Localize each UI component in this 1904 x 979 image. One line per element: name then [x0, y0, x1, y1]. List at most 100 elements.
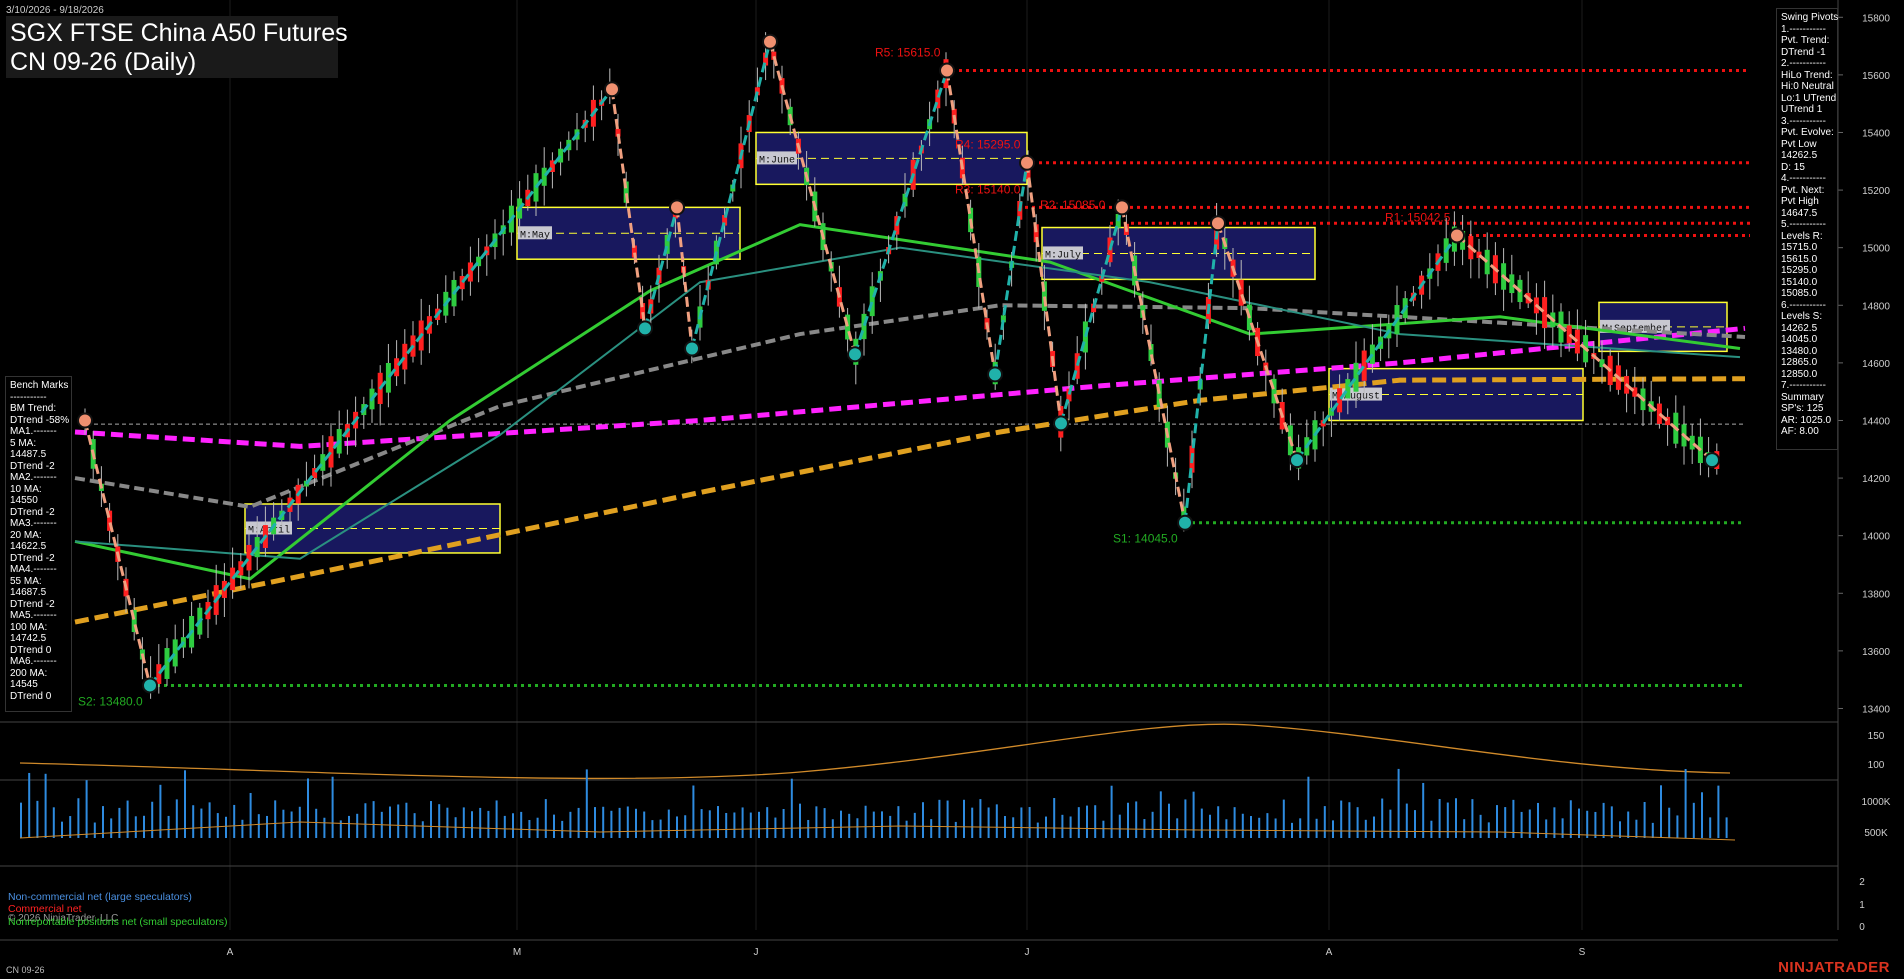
- volume-bar: [1250, 816, 1252, 838]
- swing-pivots-line: 3.-----------: [1781, 115, 1826, 127]
- volume-bar: [1373, 816, 1375, 838]
- volume-bar: [1438, 799, 1441, 838]
- candle-body: [869, 286, 875, 317]
- swing-pivots-line: 15085.0: [1781, 288, 1818, 299]
- swing-line: [945, 70, 997, 375]
- volume-bar: [274, 800, 277, 838]
- benchmarks-line: DTrend 0: [10, 644, 52, 656]
- swing-pivots-line: 15140.0: [1781, 276, 1818, 288]
- swing-pivots-line: Summary: [1781, 391, 1824, 403]
- volume-bar: [1168, 803, 1170, 838]
- volume-bar: [1102, 820, 1105, 838]
- pivot-high-marker: [762, 33, 778, 50]
- pivot-low-marker: [1177, 514, 1193, 531]
- volume-bar: [594, 807, 596, 838]
- volume-bar: [241, 819, 244, 838]
- price-tick-label: 15200: [1862, 186, 1890, 197]
- volume-bar: [93, 822, 96, 838]
- volume-bar: [1545, 819, 1548, 838]
- benchmarks-line: 14622.5: [10, 541, 47, 552]
- volume-bar: [430, 801, 432, 838]
- volume-bar: [1537, 802, 1539, 838]
- candle-body: [1337, 388, 1343, 413]
- volume-bar: [20, 802, 22, 838]
- volume-bar: [1045, 816, 1047, 838]
- swing-pivots-line: 12850.0: [1781, 368, 1818, 380]
- swing-pivots-line: D: 15: [1781, 161, 1805, 173]
- volume-bar: [741, 807, 744, 838]
- indicator-tick-label: 100: [1868, 760, 1885, 771]
- swing-pivots-line: 15615.0: [1781, 253, 1818, 265]
- pivot-low-marker: [987, 366, 1003, 383]
- swing-line: [768, 41, 857, 355]
- legend-nonreportable: Nonreportable positions net (small specu…: [8, 916, 228, 928]
- swing-pivots-line: 14262.5: [1781, 150, 1818, 161]
- volume-bar: [987, 807, 990, 838]
- volume-bar: [1176, 818, 1179, 838]
- volume-bar: [208, 802, 211, 838]
- volume-bar: [708, 810, 711, 838]
- volume-bar: [1077, 807, 1080, 838]
- price-tick-label: 14600: [1862, 359, 1890, 370]
- volume-bar: [1496, 805, 1498, 838]
- volume-bar: [1479, 814, 1482, 838]
- volume-bar: [438, 804, 441, 838]
- benchmarks-line: MA2.-------: [10, 472, 57, 483]
- volume-bar: [1594, 811, 1597, 838]
- benchmarks-line: MA3.-------: [10, 518, 57, 529]
- volume-bar: [36, 800, 39, 838]
- swing-pivots-line: Pvt. Evolve:: [1781, 127, 1834, 138]
- benchmarks-line: 14545: [10, 679, 38, 690]
- volume-bar: [1282, 799, 1285, 838]
- price-tick-label: 14800: [1862, 301, 1890, 312]
- chart-subtitle: CN 09-26 (Daily): [10, 48, 197, 76]
- benchmarks-line: 200 MA:: [10, 667, 48, 679]
- volume-bar: [1209, 814, 1211, 838]
- volume-bar: [1709, 817, 1712, 838]
- volume-bar: [758, 811, 760, 838]
- benchmarks-line: MA5.-------: [10, 610, 57, 621]
- lower-panels: 100 150 500K 1000K 0 1 2: [19, 723, 1891, 933]
- volume-bar: [979, 799, 982, 838]
- volume-bar: [881, 811, 883, 838]
- candle-body: [172, 639, 178, 667]
- volume-bar: [1446, 802, 1449, 838]
- candle-body: [1345, 379, 1351, 399]
- swing-pivots-panel: Swing Pivots 1.----------- Pvt. Trend: DTre…: [1776, 8, 1838, 450]
- volume-bar: [1602, 802, 1605, 838]
- benchmarks-line: DTrend -58%: [10, 414, 70, 426]
- benchmarks-line: 14550: [10, 495, 38, 506]
- price-tick-label: 14400: [1862, 416, 1890, 427]
- volume-bar: [479, 807, 482, 838]
- volume-bar: [487, 810, 490, 838]
- benchmarks-line: MA4.-------: [10, 564, 57, 575]
- date-range: 3/10/2026 - 9/18/2026: [6, 5, 104, 16]
- swing-pivots-line: 12865.0: [1781, 357, 1818, 368]
- volume-bar: [282, 809, 285, 838]
- volume-bar: [1643, 802, 1646, 838]
- volume-bar: [266, 815, 268, 838]
- benchmarks-line: BM Trend:: [10, 403, 57, 414]
- volume-bar: [823, 808, 826, 838]
- resistance-label: R2: 15085.0: [1040, 198, 1106, 212]
- swing-pivots-line: 14262.5: [1781, 322, 1818, 334]
- swing-pivots-line: 15715.0: [1781, 242, 1818, 253]
- volume-bar: [1422, 782, 1425, 838]
- x-tick-label: A: [227, 947, 234, 958]
- volume-bar: [667, 809, 670, 838]
- volume-bar: [733, 812, 736, 838]
- volume-bar: [561, 820, 564, 838]
- volume-bar: [1660, 785, 1662, 838]
- volume-bar: [602, 806, 605, 838]
- volume-bar: [922, 802, 924, 838]
- volume-bar: [1397, 768, 1400, 838]
- volume-bar: [1028, 807, 1031, 838]
- volume-bar: [569, 811, 572, 838]
- price-tick-label: 13600: [1862, 647, 1890, 658]
- volume-bar: [397, 804, 400, 838]
- volume-bar: [1225, 819, 1228, 838]
- volume-bar: [1414, 810, 1416, 838]
- brand-logo: NINJATRADER: [1778, 959, 1890, 976]
- swing-pivots-line: HiLo Trend:: [1781, 69, 1833, 81]
- volume-bar: [364, 803, 367, 838]
